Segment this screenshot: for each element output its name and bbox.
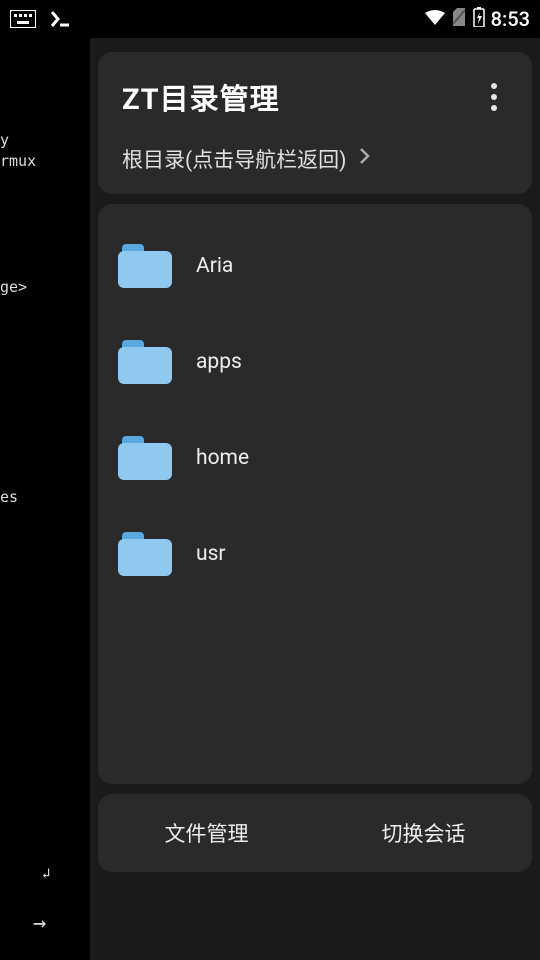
enter-symbol: ↲ bbox=[42, 865, 50, 885]
folder-item[interactable]: usr bbox=[98, 506, 532, 602]
wifi-icon bbox=[425, 7, 445, 31]
folder-label: apps bbox=[196, 350, 242, 374]
folder-icon bbox=[118, 436, 172, 480]
folder-label: usr bbox=[196, 542, 226, 566]
more-menu-button[interactable] bbox=[480, 83, 508, 111]
chevron-right-icon bbox=[359, 147, 371, 171]
folder-list: Aria apps home usr bbox=[98, 204, 532, 784]
folder-item[interactable]: apps bbox=[98, 314, 532, 410]
terminal-prompt-icon bbox=[50, 10, 70, 28]
terminal-text: y rmux ge> es bbox=[0, 131, 36, 506]
switch-session-button[interactable]: 切换会话 bbox=[315, 794, 532, 872]
folder-icon bbox=[118, 244, 172, 288]
folder-item[interactable]: Aria bbox=[98, 218, 532, 314]
file-manage-button[interactable]: 文件管理 bbox=[98, 794, 315, 872]
folder-icon bbox=[118, 340, 172, 384]
folder-label: Aria bbox=[196, 254, 233, 278]
battery-charging-icon bbox=[473, 7, 485, 32]
breadcrumb-label: 根目录(点击导航栏返回) bbox=[122, 144, 347, 174]
status-time: 8:53 bbox=[491, 7, 530, 31]
page-title: ZT目录管理 bbox=[122, 76, 280, 118]
folder-item[interactable]: home bbox=[98, 410, 532, 506]
main-panel: ZT目录管理 根目录(点击导航栏返回) Aria apps home usr bbox=[90, 38, 540, 960]
keyboard-icon bbox=[10, 10, 36, 28]
bottom-actions: 文件管理 切换会话 bbox=[98, 794, 532, 872]
folder-icon bbox=[118, 532, 172, 576]
breadcrumb[interactable]: 根目录(点击导航栏返回) bbox=[122, 144, 508, 174]
folder-label: home bbox=[196, 446, 249, 470]
header-card: ZT目录管理 根目录(点击导航栏返回) bbox=[98, 52, 532, 194]
sim-icon bbox=[451, 7, 467, 31]
status-bar: 8:53 bbox=[0, 0, 540, 38]
arrow-right-symbol: → bbox=[33, 909, 46, 940]
terminal-background: y rmux ge> es ↲ → bbox=[0, 38, 90, 960]
